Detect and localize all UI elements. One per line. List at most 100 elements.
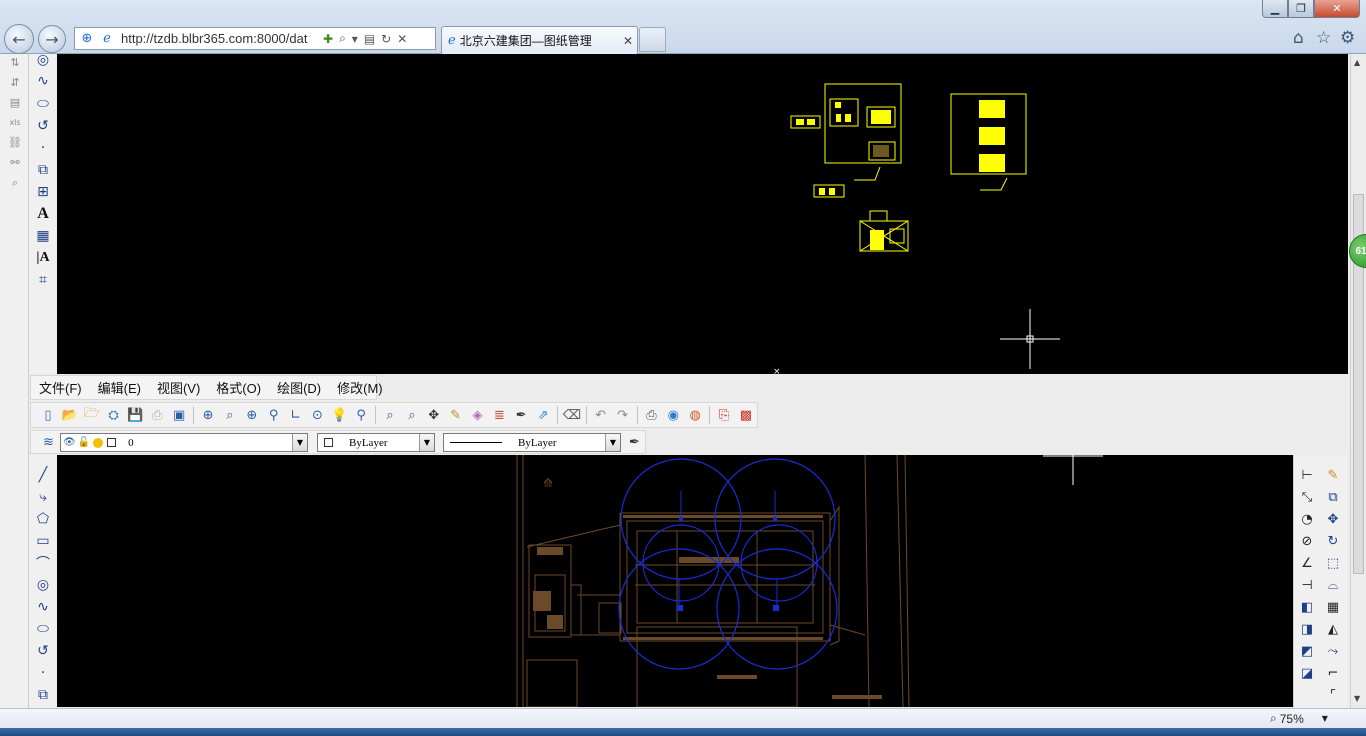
document-icon[interactable]: ▤ xyxy=(7,96,23,110)
match-properties-brush-icon[interactable]: ✒ xyxy=(623,431,646,453)
vertical-scrollbar[interactable]: ▲ ▼ xyxy=(1350,54,1366,708)
publish-icon[interactable]: ◍ xyxy=(684,404,706,426)
compat-icon[interactable]: ▤ xyxy=(364,32,375,46)
color-select[interactable]: ByLayer ▼ xyxy=(317,433,435,452)
rotate-icon[interactable]: ↻ xyxy=(1322,531,1344,551)
ellipse-arc-tool-icon[interactable]: ↺ xyxy=(31,116,55,136)
draw-order-under-icon[interactable]: ◪ xyxy=(1296,663,1318,683)
zoom-window-icon[interactable]: ⌕ xyxy=(219,404,241,426)
copy-icon[interactable]: ⧉ xyxy=(1322,487,1344,507)
redo-icon[interactable]: ↷ xyxy=(612,404,634,426)
make-block-icon[interactable]: ⊞ xyxy=(31,182,55,202)
search-icon[interactable]: ⌕ xyxy=(339,31,346,46)
maximize-button[interactable]: ❐ xyxy=(1288,0,1314,18)
circle-tool-icon[interactable]: ◎ xyxy=(31,50,55,70)
ellipse-arc-tool-icon[interactable]: ↺ xyxy=(31,641,55,661)
erase-icon[interactable]: ⌫ xyxy=(561,404,583,426)
dim-aligned-icon[interactable]: ⤡ xyxy=(1296,487,1318,507)
home-icon[interactable]: ⌂ xyxy=(1293,28,1304,48)
point-tool-icon[interactable]: · xyxy=(31,663,55,683)
address-bar[interactable]: ⊕ ℯ http://tzdb.blbr365.com:8000/dat ✚ ⌕… xyxy=(74,27,436,50)
draw-order-above-icon[interactable]: ◩ xyxy=(1296,641,1318,661)
refresh-icon[interactable]: ↻ xyxy=(381,32,391,46)
fillet-icon[interactable]: ⌜ xyxy=(1322,685,1344,705)
add-site-icon[interactable]: ⊕ xyxy=(79,31,95,47)
print-preview-icon[interactable]: ⎙ xyxy=(146,404,168,426)
image-export-icon[interactable]: ▩ xyxy=(735,404,757,426)
linetype-select[interactable]: ByLayer ▼ xyxy=(443,433,621,452)
query-icon[interactable]: ⚲ xyxy=(350,404,372,426)
zoom-realtime-icon[interactable]: ⊕ xyxy=(197,404,219,426)
point-tool-icon[interactable]: · xyxy=(31,138,55,158)
new-tab-button[interactable] xyxy=(639,27,666,52)
pdf-export-icon[interactable]: ⎘ xyxy=(713,404,735,426)
render-icon[interactable]: ◉ xyxy=(662,404,684,426)
menu-edit[interactable]: 编辑(E) xyxy=(90,378,149,397)
sort-icon[interactable]: ⇅ xyxy=(7,56,23,70)
back-button[interactable]: ← xyxy=(4,24,34,54)
menu-file[interactable]: 文件(F) xyxy=(31,378,90,397)
move-icon[interactable]: ✥ xyxy=(1322,509,1344,529)
menu-modify[interactable]: 修改(M) xyxy=(329,378,391,397)
pan-icon[interactable]: ✥ xyxy=(423,404,445,426)
text-tool-icon[interactable]: A xyxy=(31,204,55,224)
new-file-icon[interactable]: ▯ xyxy=(37,404,59,426)
draw-order-back-icon[interactable]: ◨ xyxy=(1296,619,1318,639)
close-window-button[interactable]: ✕ xyxy=(1314,0,1360,18)
url-text[interactable]: http://tzdb.blbr365.com:8000/dat xyxy=(121,31,317,46)
tab-drawing-management[interactable]: ℯ 北京六建集团—图纸管理 ✕ xyxy=(441,26,638,54)
match-properties-icon[interactable]: ✒ xyxy=(510,404,532,426)
zoom-in-icon[interactable]: ⊕ xyxy=(241,404,263,426)
layer-color-icon[interactable]: ◈ xyxy=(467,404,489,426)
stop-icon[interactable]: ✕ xyxy=(397,32,407,46)
save-as-icon[interactable]: ▣ xyxy=(168,404,190,426)
chevron-down-icon[interactable]: ▼ xyxy=(605,434,620,451)
zoom-icon[interactable]: ⌕ xyxy=(7,176,23,190)
menu-format[interactable]: 格式(O) xyxy=(208,378,269,397)
zoom-control[interactable]: ⌕ 75% ▼ xyxy=(1270,711,1328,726)
mirror-icon[interactable]: ◭ xyxy=(1322,619,1344,639)
print-icon[interactable]: ⎙ xyxy=(641,404,663,426)
drawing-canvas-bottom[interactable]: ⟰ xyxy=(57,455,1293,707)
save-icon[interactable]: 💾 xyxy=(125,404,147,426)
compat-view-icon[interactable]: ✚ xyxy=(323,32,333,46)
minimize-button[interactable]: ▁ xyxy=(1262,0,1288,18)
zoom-all-icon[interactable]: ⌕ xyxy=(401,404,423,426)
spline-tool-icon[interactable]: ∿ xyxy=(31,71,55,91)
xls-icon[interactable]: xls xyxy=(7,116,23,130)
offset-icon[interactable]: ⌓ xyxy=(1322,575,1344,595)
angle-icon[interactable]: ∟ xyxy=(285,404,307,426)
table-tool-icon[interactable]: ⌗ xyxy=(31,270,55,290)
chevron-down-icon[interactable]: ▼ xyxy=(1322,714,1328,723)
spline-tool-icon[interactable]: ∿ xyxy=(31,597,55,617)
circle-tool-icon[interactable]: ◎ xyxy=(31,575,55,595)
trim-icon[interactable]: ⌐ xyxy=(1322,663,1344,683)
undo-icon[interactable]: ↶ xyxy=(590,404,612,426)
polyline-tool-icon[interactable]: ⤷ xyxy=(31,487,55,507)
layer-manager-icon[interactable]: ≋ xyxy=(37,431,60,453)
dropdown-icon[interactable]: ▾ xyxy=(352,32,358,46)
pencil-icon[interactable]: ✎ xyxy=(1322,465,1344,485)
open-folder-icon[interactable]: 🗁 xyxy=(81,404,103,426)
draw-order-front-icon[interactable]: ◧ xyxy=(1296,597,1318,617)
settings-gear-icon[interactable]: ⚙ xyxy=(1340,28,1355,48)
dim-diameter-icon[interactable]: ⊘ xyxy=(1296,531,1318,551)
layer-select[interactable]: 👁 🔓 0 ▼ xyxy=(60,433,308,452)
unlink-icon[interactable]: ⚯ xyxy=(7,156,23,170)
rectangle-tool-icon[interactable]: ▭ xyxy=(31,531,55,551)
hatch-tool-icon[interactable]: ▦ xyxy=(31,226,55,246)
measure-icon[interactable]: ⚲ xyxy=(263,404,285,426)
dim-linear-icon[interactable]: ⊢ xyxy=(1296,465,1318,485)
ellipse-tool-icon[interactable]: ⬭ xyxy=(31,94,55,114)
polygon-tool-icon[interactable]: ⬠ xyxy=(31,509,55,529)
arc-tool-icon[interactable]: ⌒ xyxy=(31,553,55,573)
array-icon[interactable]: ▦ xyxy=(1322,597,1344,617)
chevron-down-icon[interactable]: ▼ xyxy=(292,434,307,451)
sort-desc-icon[interactable]: ⇵ xyxy=(7,76,23,90)
dim-radius-icon[interactable]: ◔ xyxy=(1296,509,1318,529)
ellipse-tool-icon[interactable]: ⬭ xyxy=(31,619,55,639)
line-tool-icon[interactable]: ╱ xyxy=(31,465,55,485)
scale-icon[interactable]: ⬚ xyxy=(1322,553,1344,573)
mtext-tool-icon[interactable]: |A xyxy=(31,248,55,268)
dim-baseline-icon[interactable]: ⊣ xyxy=(1296,575,1318,595)
